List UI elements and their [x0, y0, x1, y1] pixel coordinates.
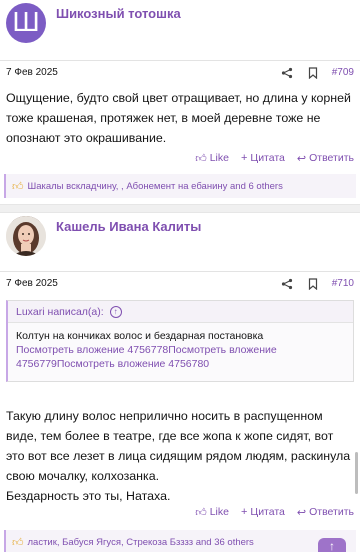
reply-icon: ↩	[296, 152, 307, 165]
post-meta: 7 Фев 2025 #709	[0, 60, 360, 84]
scrollbar[interactable]	[355, 452, 358, 494]
likes-bar[interactable]: 👍︎ Шакалы вскладчину, , Абонемент на еба…	[4, 174, 356, 198]
post-meta: 7 Фев 2025 #710	[0, 271, 360, 295]
post-text: Ощущение, будто свой цвет отращивает, но…	[6, 91, 351, 145]
quote-text: Колтун на кончиках волос и бездарная пос…	[16, 330, 264, 342]
attachment-links[interactable]: Посмотреть вложение 4756778Посмотреть вл…	[16, 343, 345, 371]
bookmark-icon[interactable]	[306, 277, 320, 291]
reply-button[interactable]: ↩ Ответить	[297, 152, 354, 165]
plus-icon: +	[240, 506, 248, 518]
post-text: Такую длину волос неприлично носить в ра…	[6, 409, 351, 503]
thumbs-up-icon: 👍︎	[12, 180, 24, 193]
post-header: Ш Шикозный тотошка	[0, 3, 360, 43]
avatar[interactable]: Ш	[6, 3, 46, 43]
like-button[interactable]: 👍︎ Like	[195, 152, 229, 165]
arrow-up-icon: ↑	[329, 539, 335, 552]
avatar[interactable]	[6, 216, 46, 256]
post-date[interactable]: 7 Фев 2025	[6, 67, 58, 78]
quote-button[interactable]: + Цитата	[241, 152, 285, 164]
post-actions: 👍︎ Like + Цитата ↩ Ответить	[183, 504, 354, 520]
post-separator	[0, 204, 360, 213]
quote-body: Колтун на кончиках волос и бездарная пос…	[8, 323, 353, 377]
post-number[interactable]: #709	[332, 67, 354, 78]
share-icon[interactable]	[280, 66, 294, 80]
thumbs-up-icon: 👍︎	[12, 536, 24, 549]
quote-header[interactable]: Luxari написал(а): ↑	[8, 301, 353, 323]
thumbs-up-icon: 👍︎	[195, 152, 207, 165]
post-number[interactable]: #710	[332, 278, 354, 289]
author-name[interactable]: Кашель Ивана Калиты	[56, 219, 201, 234]
post-header: Кашель Ивана Калиты	[0, 216, 360, 256]
likes-bar[interactable]: 👍︎ ластик, Бабуся Ягуся, Стрекоза Бзззз …	[4, 530, 356, 552]
likes-list[interactable]: Шакалы вскладчину, , Абонемент на ебанин…	[28, 181, 283, 192]
post-date[interactable]: 7 Фев 2025	[6, 278, 58, 289]
quote-button[interactable]: + Цитата	[241, 506, 285, 518]
likes-list[interactable]: ластик, Бабуся Ягуся, Стрекоза Бзззз and…	[28, 537, 254, 548]
bookmark-icon[interactable]	[306, 66, 320, 80]
reply-icon: ↩	[296, 506, 307, 519]
arrow-up-icon[interactable]: ↑	[109, 305, 122, 318]
scroll-top-button[interactable]: ↑	[318, 538, 346, 552]
like-button[interactable]: 👍︎ Like	[195, 506, 229, 519]
quote-block: Luxari написал(а): ↑ Колтун на кончиках …	[6, 300, 354, 382]
author-name[interactable]: Шикозный тотошка	[56, 6, 181, 21]
thumbs-up-icon: 👍︎	[195, 506, 207, 519]
share-icon[interactable]	[280, 277, 294, 291]
plus-icon: +	[240, 152, 248, 164]
post-actions: 👍︎ Like + Цитата ↩ Ответить	[183, 150, 354, 166]
reply-button[interactable]: ↩ Ответить	[297, 506, 354, 519]
